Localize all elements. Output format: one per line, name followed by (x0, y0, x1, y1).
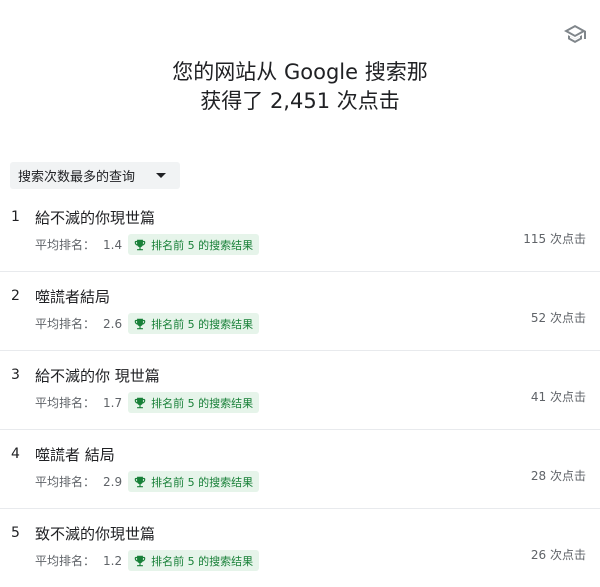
query-list: 1 給不滅的你現世篇 平均排名： 1.4 排名前 5 的搜索结果 115 次点击… (0, 193, 600, 587)
query-rank: 5 (11, 525, 20, 541)
query-meta: 平均排名： 1.4 排名前 5 的搜索结果 (35, 234, 260, 255)
title-line-2: 获得了 2,451 次点击 (200, 89, 400, 113)
query-text: 噬謊者結局 (35, 288, 111, 306)
query-row[interactable]: 2 噬謊者結局 平均排名： 2.6 排名前 5 的搜索结果 52 次点击 (0, 272, 600, 351)
badge-label: 排名前 5 的搜索结果 (151, 396, 254, 410)
query-rank: 3 (11, 367, 20, 383)
query-text: 給不滅的你現世篇 (35, 209, 156, 227)
school-icon[interactable] (563, 22, 587, 46)
query-meta: 平均排名： 2.6 排名前 5 的搜索结果 (35, 313, 260, 334)
badge-label: 排名前 5 的搜索结果 (151, 475, 254, 489)
query-row[interactable]: 3 給不滅的你 現世篇 平均排名： 1.7 排名前 5 的搜索结果 41 次点击 (0, 351, 600, 430)
query-text: 致不滅的你現世篇 (35, 525, 156, 543)
query-clicks: 41 次点击 (530, 390, 586, 404)
avg-position-label: 平均排名： (35, 238, 96, 252)
query-clicks: 28 次点击 (530, 469, 586, 483)
query-clicks: 115 次点击 (523, 232, 586, 246)
query-row[interactable]: 1 給不滅的你現世篇 平均排名： 1.4 排名前 5 的搜索结果 115 次点击 (0, 193, 600, 272)
avg-position-value: 1.7 (103, 395, 123, 410)
top-5-badge: 排名前 5 的搜索结果 (128, 471, 260, 492)
query-rank: 1 (11, 209, 20, 225)
avg-position-label: 平均排名： (35, 475, 96, 489)
top-5-badge: 排名前 5 的搜索结果 (128, 550, 260, 571)
arrow-drop-down-icon (156, 173, 166, 178)
query-sort-dropdown[interactable]: 搜索次数最多的查询 (10, 162, 180, 189)
title-line-1: 您的网站从 Google 搜索那 (172, 60, 428, 84)
trophy-icon (134, 476, 146, 487)
top-5-badge: 排名前 5 的搜索结果 (128, 234, 260, 255)
trophy-icon (134, 239, 146, 250)
avg-position-label: 平均排名： (35, 396, 96, 410)
query-rank: 4 (11, 446, 20, 462)
dropdown-label: 搜索次数最多的查询 (18, 170, 136, 185)
avg-position-value: 1.2 (103, 553, 123, 568)
badge-label: 排名前 5 的搜索结果 (151, 317, 254, 331)
top-5-badge: 排名前 5 的搜索结果 (128, 392, 260, 413)
trophy-icon (134, 318, 146, 329)
query-meta: 平均排名： 1.2 排名前 5 的搜索结果 (35, 550, 260, 571)
query-clicks: 26 次点击 (530, 548, 586, 562)
avg-position-label: 平均排名： (35, 554, 96, 568)
query-text: 噬謊者 結局 (35, 446, 115, 464)
avg-position-label: 平均排名： (35, 317, 96, 331)
avg-position-value: 2.6 (103, 316, 123, 331)
page-title: 您的网站从 Google 搜索那 获得了 2,451 次点击 (0, 58, 600, 116)
trophy-icon (134, 555, 146, 566)
badge-label: 排名前 5 的搜索结果 (151, 554, 254, 568)
query-meta: 平均排名： 1.7 排名前 5 的搜索结果 (35, 392, 260, 413)
query-row[interactable]: 4 噬謊者 結局 平均排名： 2.9 排名前 5 的搜索结果 28 次点击 (0, 430, 600, 509)
top-5-badge: 排名前 5 的搜索结果 (128, 313, 260, 334)
query-rank: 2 (11, 288, 20, 304)
query-row[interactable]: 5 致不滅的你現世篇 平均排名： 1.2 排名前 5 的搜索结果 26 次点击 (0, 509, 600, 587)
avg-position-value: 2.9 (103, 474, 123, 489)
query-clicks: 52 次点击 (530, 311, 586, 325)
query-meta: 平均排名： 2.9 排名前 5 的搜索结果 (35, 471, 260, 492)
query-text: 給不滅的你 現世篇 (35, 367, 160, 385)
badge-label: 排名前 5 的搜索结果 (151, 238, 254, 252)
trophy-icon (134, 397, 146, 408)
avg-position-value: 1.4 (103, 237, 123, 252)
